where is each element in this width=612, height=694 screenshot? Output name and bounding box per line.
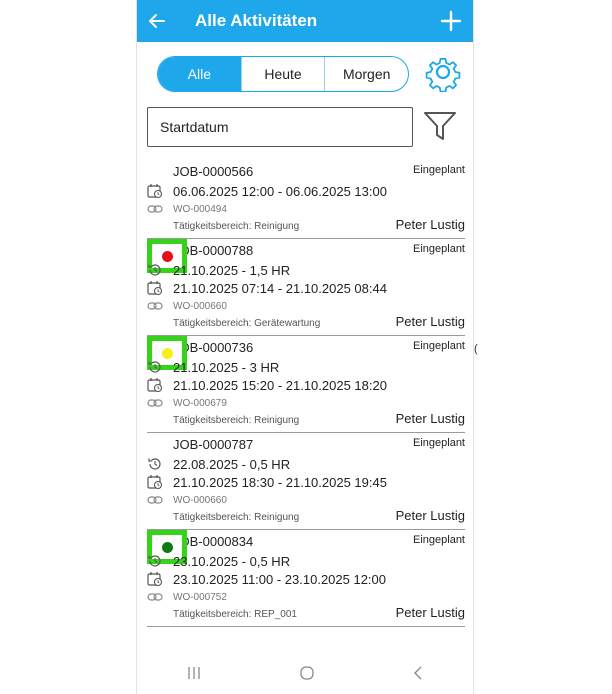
priority-dot bbox=[161, 541, 173, 553]
status-badge: Eingeplant bbox=[413, 243, 465, 255]
assignee-name: Peter Lustig bbox=[395, 411, 465, 426]
home-icon[interactable] bbox=[299, 665, 315, 681]
tab-morgen[interactable]: Morgen bbox=[324, 57, 408, 91]
back-button[interactable] bbox=[137, 0, 177, 42]
assignee-name: Peter Lustig bbox=[395, 508, 465, 523]
start-date-field[interactable]: Startdatum bbox=[147, 107, 413, 147]
history-icon bbox=[148, 361, 161, 373]
calendar-clock-icon bbox=[147, 378, 163, 393]
scheduled-range: 06.06.2025 12:00 - 06.06.2025 13:00 bbox=[173, 183, 387, 199]
calendar-clock-icon bbox=[147, 184, 163, 199]
link-icon bbox=[147, 496, 163, 504]
status-badge: Eingeplant bbox=[413, 164, 465, 176]
add-button[interactable] bbox=[429, 0, 473, 42]
estimated-duration: 22.08.2025 - 0,5 HR bbox=[173, 456, 291, 472]
work-order-id: WO-000494 bbox=[173, 203, 227, 215]
estimated-duration: 21.10.2025 - 3 HR bbox=[173, 359, 280, 375]
work-order-id: WO-000660 bbox=[173, 300, 227, 312]
calendar-clock-icon bbox=[147, 475, 163, 490]
filter-icon[interactable] bbox=[422, 108, 458, 144]
scheduled-range: 21.10.2025 15:20 - 21.10.2025 18:20 bbox=[173, 377, 387, 393]
arrow-left-icon bbox=[149, 14, 165, 28]
calendar-clock-icon bbox=[147, 281, 163, 296]
calendar-clock-icon bbox=[147, 572, 163, 587]
work-order-id: WO-000752 bbox=[173, 591, 227, 603]
app-bar: Alle Aktivitäten bbox=[137, 0, 473, 42]
work-order-id: WO-000679 bbox=[173, 397, 227, 409]
history-icon bbox=[148, 264, 161, 276]
work-order-id: WO-000660 bbox=[173, 494, 227, 506]
priority-dot bbox=[161, 347, 173, 359]
estimated-duration: 21.10.2025 - 1,5 HR bbox=[173, 262, 291, 278]
scheduled-range: 23.10.2025 11:00 - 23.10.2025 12:00 bbox=[173, 571, 387, 587]
offscreen-fragment: ( bbox=[474, 343, 478, 355]
scheduled-range: 21.10.2025 07:14 - 21.10.2025 08:44 bbox=[173, 280, 387, 296]
assignee-name: Peter Lustig bbox=[395, 605, 465, 620]
phone-screen: Alle Aktivitäten Alle Heute Morgen Start… bbox=[136, 0, 474, 694]
link-icon bbox=[147, 302, 163, 310]
link-icon bbox=[147, 399, 163, 407]
link-icon bbox=[147, 205, 163, 213]
tab-alle[interactable]: Alle bbox=[158, 57, 241, 91]
history-icon bbox=[148, 555, 161, 567]
tab-heute[interactable]: Heute bbox=[240, 57, 325, 91]
system-nav-bar bbox=[137, 652, 473, 694]
scheduled-range: 21.10.2025 18:30 - 21.10.2025 19:45 bbox=[173, 474, 387, 490]
gear-icon[interactable] bbox=[423, 52, 463, 92]
plus-icon bbox=[440, 10, 462, 32]
list-item[interactable]: Eingeplant JOB-0000788 21.10.2025 - 1,5 … bbox=[147, 239, 465, 336]
recent-apps-icon[interactable] bbox=[186, 666, 202, 680]
history-icon bbox=[148, 458, 161, 470]
back-nav-icon[interactable] bbox=[412, 665, 424, 681]
list-item[interactable]: Eingeplant JOB-0000787 22.08.2025 - 0,5 … bbox=[147, 433, 465, 530]
list-item[interactable]: Eingeplant JOB-0000566 06.06.2025 12:00 … bbox=[147, 160, 465, 239]
status-badge: Eingeplant bbox=[413, 437, 465, 449]
assignee-name: Peter Lustig bbox=[395, 314, 465, 329]
status-badge: Eingeplant bbox=[413, 340, 465, 352]
link-icon bbox=[147, 593, 163, 601]
date-range-filter: Alle Heute Morgen bbox=[157, 56, 409, 92]
list-item[interactable]: Eingeplant JOB-0000736 21.10.2025 - 3 HR… bbox=[147, 336, 465, 433]
status-badge: Eingeplant bbox=[413, 534, 465, 546]
list-item[interactable]: Eingeplant JOB-0000834 23.10.2025 - 0,5 … bbox=[147, 530, 465, 627]
page-title: Alle Aktivitäten bbox=[195, 11, 318, 30]
activity-list: Eingeplant JOB-0000566 06.06.2025 12:00 … bbox=[137, 160, 473, 627]
assignee-name: Peter Lustig bbox=[395, 217, 465, 232]
estimated-duration: 23.10.2025 - 0,5 HR bbox=[173, 553, 291, 569]
priority-dot bbox=[161, 250, 173, 262]
